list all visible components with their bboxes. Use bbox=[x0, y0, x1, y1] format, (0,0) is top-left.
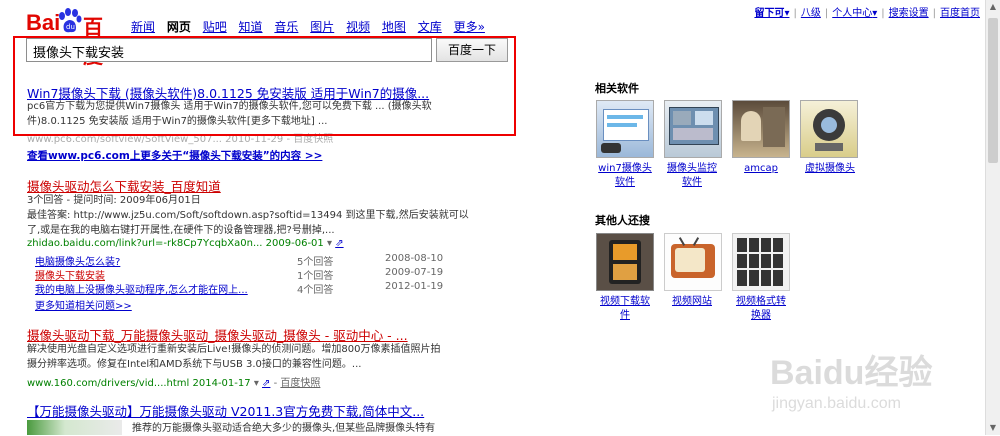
result-2-line2: 了,或是在我的电脑右键打开属性,在硬件下的设备管理器,把?号删掉,... bbox=[27, 225, 335, 236]
others-search-title: 其他人还搜 bbox=[595, 214, 650, 227]
nav-item-wenku[interactable]: 文库 bbox=[418, 20, 442, 34]
related-thumb-amcap[interactable] bbox=[732, 100, 790, 158]
nav-item-more[interactable]: 更多» bbox=[454, 20, 485, 34]
scroll-thumb[interactable] bbox=[988, 18, 998, 163]
baidu-jingyan-watermark: Baidu经验 jingyan.baidu.com bbox=[770, 345, 980, 425]
result-2-snippet: 最佳答案: http://www.jz5u.com/Soft/softdown.… bbox=[27, 208, 527, 238]
search-button[interactable]: 百度一下 bbox=[436, 38, 508, 62]
nav-item-tieba[interactable]: 贴吧 bbox=[203, 20, 227, 34]
related-label-win7[interactable]: win7摄像头 软件 bbox=[590, 162, 660, 190]
sub-question-title[interactable]: 我的电脑上没摄像头驱动程序,怎么才能在网上... bbox=[35, 281, 248, 296]
others-thumb-video-download[interactable] bbox=[596, 233, 654, 291]
related-software-title: 相关软件 bbox=[595, 82, 639, 95]
others-thumb-format-converter[interactable] bbox=[732, 233, 790, 291]
watermark-logo: Baidu经验 bbox=[770, 354, 933, 392]
related-thumb-virtual-cam[interactable] bbox=[800, 100, 858, 158]
others-label-format-converter[interactable]: 视频格式转 换器 bbox=[726, 295, 796, 323]
nav-item-zhidao[interactable]: 知道 bbox=[239, 20, 263, 34]
sub-question-date: 2009-07-19 bbox=[385, 267, 444, 278]
share-icon[interactable]: ⇗ bbox=[262, 378, 270, 389]
level-link[interactable]: 八级 bbox=[801, 8, 821, 19]
sub-question-date: 2012-01-19 bbox=[385, 281, 444, 292]
others-label-video-site[interactable]: 视频网站 bbox=[656, 295, 728, 309]
result-1-url[interactable]: www.pc6.com/softview/SoftView_507... 201… bbox=[27, 130, 333, 145]
username-link[interactable]: 留下可 bbox=[754, 8, 784, 19]
search-settings-link[interactable]: 搜索设置 bbox=[889, 8, 929, 19]
scroll-down-arrow-icon[interactable]: ▼ bbox=[986, 421, 1000, 435]
more-site-link[interactable]: 查看www.pc6.com上更多关于“摄像头下载安装”的内容 >> bbox=[27, 148, 322, 163]
sub-question-date: 2008-08-10 bbox=[385, 253, 444, 264]
scroll-up-arrow-icon[interactable]: ▲ bbox=[986, 0, 1000, 14]
paw-logo-icon: du bbox=[59, 8, 82, 33]
chevron-down-icon[interactable]: ▾ bbox=[784, 8, 789, 19]
nav-item-music[interactable]: 音乐 bbox=[274, 20, 298, 34]
sub-question-count: 4个回答 bbox=[297, 285, 334, 296]
sub-question-title[interactable]: 摄像头下载安装 bbox=[35, 267, 105, 282]
share-icon[interactable]: ⇗ bbox=[335, 238, 343, 249]
sub-question-count: 5个回答 bbox=[297, 257, 334, 268]
result-2-subquestions: 电脑摄像头怎么装? 5个回答 2008-08-10 摄像头下载安装 1个回答 2… bbox=[35, 253, 475, 298]
top-nav: 新闻 网页 贴吧 知道 音乐 图片 视频 地图 文库 更多» bbox=[131, 18, 493, 35]
more-zhidao-link[interactable]: 更多知道相关问题>> bbox=[35, 297, 132, 312]
nav-item-video[interactable]: 视频 bbox=[346, 20, 370, 34]
svg-text:du: du bbox=[66, 23, 75, 31]
related-label-monitor[interactable]: 摄像头监控 软件 bbox=[656, 162, 728, 190]
related-label-virtual-cam[interactable]: 虚拟摄像头 bbox=[796, 162, 864, 176]
vertical-scrollbar[interactable]: ▲ ▼ bbox=[985, 0, 1000, 435]
result-3-line1: 解决使用光盘自定义选项进行重新安装后Live!摄像头的侦测问题。增加800万像素… bbox=[27, 344, 441, 355]
result-4-thumbnail[interactable] bbox=[27, 420, 122, 435]
nav-item-news[interactable]: 新闻 bbox=[131, 20, 155, 34]
baidu-home-link[interactable]: 百度首页 bbox=[940, 8, 980, 19]
related-thumb-monitor[interactable] bbox=[664, 100, 722, 158]
chevron-down-icon[interactable]: ▾ bbox=[327, 238, 332, 249]
result-1-line2: 件)8.0.1125 免安装版 适用于Win7的摄像头软件[更多下载地址] ..… bbox=[27, 116, 328, 127]
others-label-video-download[interactable]: 视频下载软 件 bbox=[590, 295, 660, 323]
result-4-snippet: 推荐的万能摄像头驱动适合绝大多少的摄像头,但某些品牌摄像头特有 bbox=[132, 423, 436, 434]
sub-question-title[interactable]: 电脑摄像头怎么装? bbox=[35, 253, 120, 268]
sub-question-count: 1个回答 bbox=[297, 271, 334, 282]
result-3-url-text[interactable]: www.160.com/drivers/vid....html 2014-01-… bbox=[27, 378, 251, 389]
result-3-line2: 摄分辨率选项。修复在Intel和AMD系统下与USB 3.0接口的兼容性问题。.… bbox=[27, 359, 362, 370]
result-4-title[interactable]: 【万能摄像头驱动】万能摄像头驱动 V2011.3官方免费下载,简体中文... bbox=[27, 401, 424, 420]
result-1-snippet: pc6官方下载为您提供Win7摄像头 适用于Win7的摄像头软件,您可以免费下载… bbox=[27, 99, 517, 129]
result-3-snapshot-link[interactable]: 百度快照 bbox=[280, 378, 320, 389]
watermark-url: jingyan.baidu.com bbox=[772, 395, 901, 412]
result-2-url-text[interactable]: zhidao.baidu.com/link?url=-rk8Cp7YcqbXa0… bbox=[27, 238, 324, 249]
result-2-line1: 最佳答案: http://www.jz5u.com/Soft/softdown.… bbox=[27, 210, 469, 221]
chevron-down-icon[interactable]: ▾ bbox=[254, 378, 259, 389]
chevron-down-icon[interactable]: ▾ bbox=[872, 8, 877, 19]
user-center-link[interactable]: 个人中心 bbox=[832, 8, 872, 19]
related-label-amcap[interactable]: amcap bbox=[730, 162, 792, 176]
result-2-url[interactable]: zhidao.baidu.com/link?url=-rk8Cp7YcqbXa0… bbox=[27, 238, 344, 249]
nav-item-images[interactable]: 图片 bbox=[310, 20, 334, 34]
result-3-url[interactable]: www.160.com/drivers/vid....html 2014-01-… bbox=[27, 374, 320, 389]
nav-item-map[interactable]: 地图 bbox=[382, 20, 406, 34]
user-bar: 留下可▾ | 八级 | 个人中心▾ | 搜索设置 | 百度首页 bbox=[754, 8, 980, 19]
related-thumb-win7[interactable] bbox=[596, 100, 654, 158]
result-1-line1: pc6官方下载为您提供Win7摄像头 适用于Win7的摄像头软件,您可以免费下载… bbox=[27, 101, 432, 112]
baidu-logo[interactable]: Bai du 百度 bbox=[26, 8, 116, 68]
others-thumb-video-site[interactable] bbox=[664, 233, 722, 291]
result-3-snippet: 解决使用光盘自定义选项进行重新安装后Live!摄像头的侦测问题。增加800万像素… bbox=[27, 342, 527, 372]
search-input[interactable]: 摄像头下载安装 bbox=[26, 38, 432, 62]
result-2-meta: 3个回答 - 提问时间: 2009年06月01日 bbox=[27, 195, 201, 206]
nav-item-web[interactable]: 网页 bbox=[167, 20, 191, 34]
